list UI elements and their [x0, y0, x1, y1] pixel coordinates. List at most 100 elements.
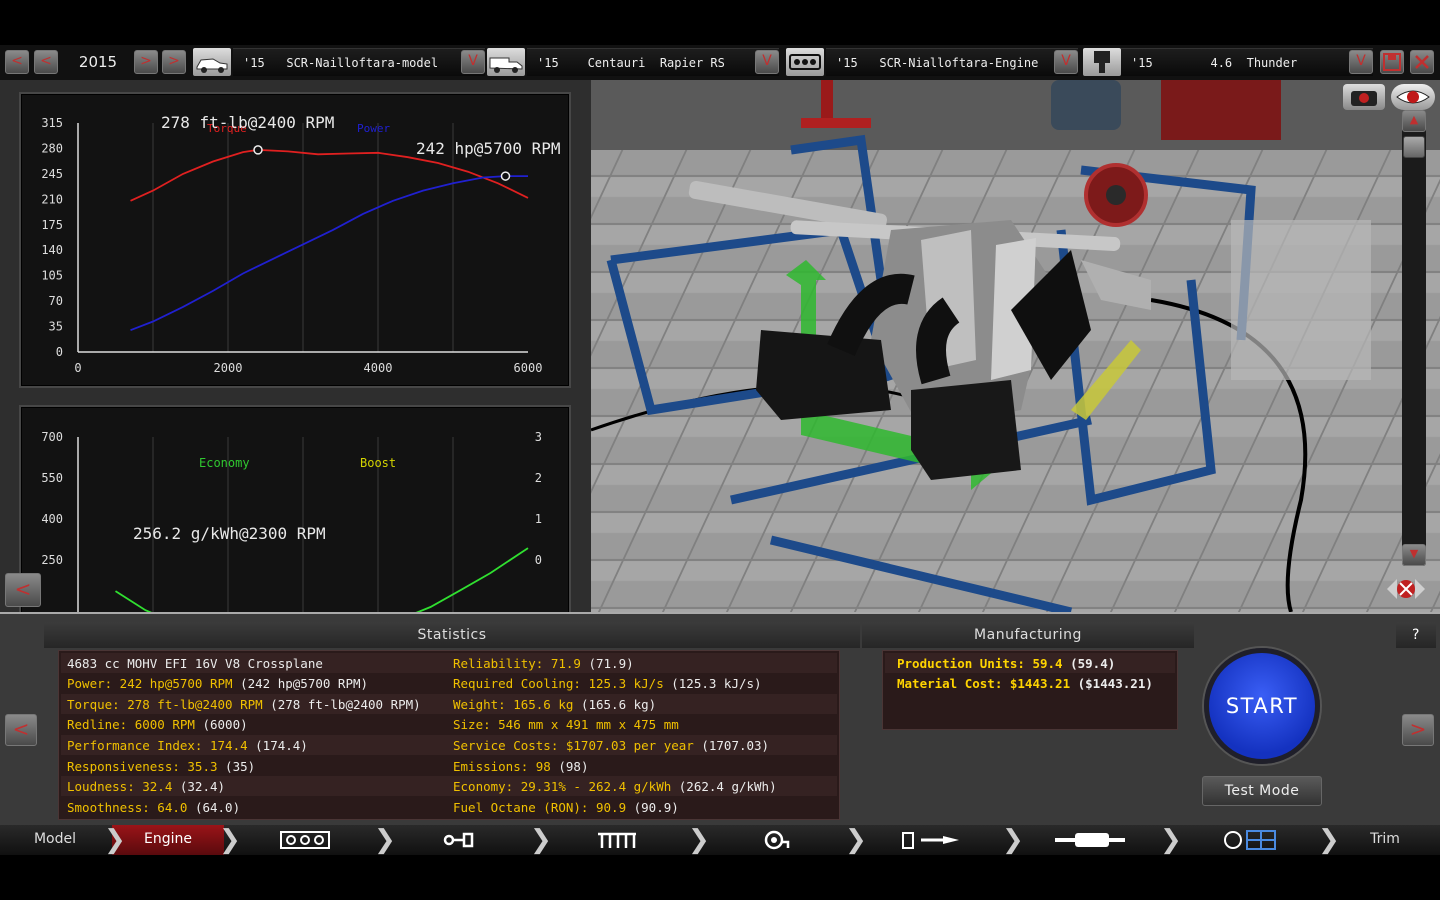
tab-exhaust[interactable]: [1024, 825, 1158, 855]
model-select[interactable]: '15 SCR-Nailloftara-model: [233, 48, 485, 76]
stat-torque: Torque: 278 ft-lb@2400 RPM (278 ft-lb@24…: [67, 697, 421, 712]
chevron-right-icon: ❯: [104, 825, 126, 855]
tab-trim[interactable]: Trim: [1340, 825, 1430, 855]
y-tick-label: 70: [49, 294, 63, 308]
stat-weight: Weight: 165.6 kg (165.6 kg): [453, 697, 657, 712]
stat-performance-index: Performance Index: 174.4 (174.4): [67, 738, 308, 753]
y-tick-label: 105: [41, 269, 63, 283]
visibility-button[interactable]: [1391, 84, 1435, 110]
stat-engine-layout: 4683 cc MOHV EFI 16V V8 Crossplane: [67, 656, 323, 671]
stat-power: Power: 242 hp@5700 RPM (242 hp@5700 RPM): [67, 676, 369, 691]
compare-model-select[interactable]: '15 Centauri Rapier RS: [527, 48, 779, 76]
next-section-button[interactable]: >: [1402, 714, 1434, 746]
power-curve: [130, 175, 528, 332]
stat-size: Size: 546 mm x 491 mm x 475 mm: [453, 717, 679, 732]
zoom-slider-thumb[interactable]: [1403, 136, 1425, 158]
zoom-down-button[interactable]: ▼: [1402, 544, 1426, 566]
tab-engine[interactable]: Engine: [112, 825, 224, 855]
section-navigation: Model Engine ❯ ❯ ❯ ❯ ❯ ❯ ❯ ❯ ❯ Trim: [0, 825, 1440, 855]
tab-engine-test[interactable]: [1182, 825, 1316, 855]
valvetrain-icon: [598, 832, 636, 848]
statistics-header: Statistics: [44, 622, 860, 648]
reset-view-icon[interactable]: [1383, 572, 1429, 606]
year-first-button[interactable]: <: [5, 50, 29, 74]
engine-select[interactable]: '15 SCR-Nialloftara-Engine: [826, 48, 1078, 76]
y-tick-label: 245: [41, 167, 63, 181]
stat-responsiveness: Responsiveness: 35.3 (35): [67, 759, 256, 774]
tab-aspiration[interactable]: [710, 825, 840, 855]
close-icon: [1415, 55, 1429, 69]
model-dropdown-button[interactable]: V: [461, 50, 485, 74]
stat-emissions: Emissions: 98 (98): [453, 759, 589, 774]
statistics-box: 4683 cc MOHV EFI 16V V8 Crossplane Power…: [58, 650, 840, 820]
turbo-icon: [764, 830, 790, 850]
chevron-right-icon: ❯: [1160, 825, 1182, 855]
y-tick-label: 210: [41, 192, 63, 206]
power-torque-chart: 315 280 245 210 175 140 105 70 35 0 0 2000 4000 6000…: [19, 92, 571, 388]
chevron-right-icon: ❯: [845, 825, 867, 855]
compare-car-icon: [487, 48, 525, 76]
close-button[interactable]: [1410, 50, 1434, 74]
left-panel-toggle-button[interactable]: <: [5, 573, 41, 607]
fuel-system-icon: [902, 832, 959, 849]
tab-model[interactable]: Model: [0, 825, 110, 855]
chevron-right-icon: ❯: [530, 825, 552, 855]
zoom-up-button[interactable]: ▲: [1402, 110, 1426, 132]
y-tick-label: 250: [41, 553, 63, 567]
compare-engine-select[interactable]: '15 4.6 Thunder: [1121, 48, 1373, 76]
zoom-scrollbar[interactable]: ▲ ▼: [1402, 110, 1426, 566]
engine-block-icon: [786, 48, 824, 76]
crankshaft-icon: [443, 832, 474, 848]
test-mode-button[interactable]: Test Mode: [1202, 776, 1322, 806]
tab-block-head[interactable]: [240, 825, 370, 855]
engine-dropdown-button[interactable]: V: [1054, 50, 1078, 74]
y-tick-label: 35: [49, 320, 63, 334]
stat-service-costs: Service Costs: $1707.03 per year (1707.0…: [453, 738, 770, 753]
compare-engine-dropdown-button[interactable]: V: [1349, 50, 1373, 74]
bottom-panel: Statistics Manufacturing ? < > 4683 cc M…: [0, 612, 1440, 825]
compare-engine-select-label: '15 4.6 Thunder: [1131, 56, 1298, 70]
year-last-button[interactable]: >: [162, 50, 186, 74]
y2-tick-label: 2: [535, 471, 542, 485]
y-tick-label: 550: [41, 471, 63, 485]
help-button[interactable]: ?: [1396, 622, 1436, 648]
stat-fuel-octane: Fuel Octane (RON): 90.9 (90.9): [453, 800, 679, 815]
economy-legend: Economy: [199, 456, 250, 470]
prev-section-button[interactable]: <: [5, 714, 37, 746]
power-peak-label: 242 hp@5700 RPM: [416, 139, 561, 158]
y-tick-label: 315: [41, 116, 63, 130]
manufacturing-header: Manufacturing: [862, 622, 1194, 648]
x-tick-label: 4000: [364, 361, 393, 375]
save-icon: [1383, 53, 1401, 71]
year-next-button[interactable]: >: [134, 50, 158, 74]
year-prev-button[interactable]: <: [34, 50, 58, 74]
tab-bottom-end[interactable]: [395, 825, 525, 855]
manufacturing-production-units: Production Units: 59.4 (59.4): [897, 656, 1116, 671]
stat-smoothness: Smoothness: 64.0 (64.0): [67, 800, 241, 815]
piston-icon: [1083, 48, 1121, 76]
dyno-icon: [1224, 830, 1276, 850]
stat-required-cooling: Required Cooling: 125.3 kJ/s (125.3 kJ/s…: [453, 676, 762, 691]
y2-tick-label: 0: [535, 553, 542, 567]
camera-button[interactable]: [1343, 84, 1385, 110]
chevron-right-icon: ❯: [219, 825, 241, 855]
x-tick-label: 0: [74, 361, 81, 375]
tab-top-end[interactable]: [552, 825, 682, 855]
x-tick-label: 2000: [214, 361, 243, 375]
chevron-right-icon: ❯: [374, 825, 396, 855]
engine-3d-viewport[interactable]: [591, 80, 1440, 612]
engine-block-icon: [280, 831, 330, 849]
manufacturing-material-cost: Material Cost: $1443.21 ($1443.21): [897, 676, 1153, 691]
compare-model-dropdown-button[interactable]: V: [755, 50, 779, 74]
stat-loudness: Loudness: 32.4 (32.4): [67, 779, 226, 794]
engine-select-label: '15 SCR-Nialloftara-Engine: [836, 56, 1039, 70]
chevron-right-icon: ❯: [1002, 825, 1024, 855]
start-button[interactable]: START: [1204, 648, 1320, 764]
y-tick-label: 700: [41, 430, 63, 444]
y2-tick-label: 3: [535, 430, 542, 444]
back-wall: [591, 80, 1440, 150]
year-display: 2015: [78, 53, 118, 71]
tab-fuel-system[interactable]: [866, 825, 998, 855]
save-button[interactable]: [1380, 50, 1404, 74]
torque-peak-label: 278 ft-lb@2400 RPM: [161, 113, 334, 132]
